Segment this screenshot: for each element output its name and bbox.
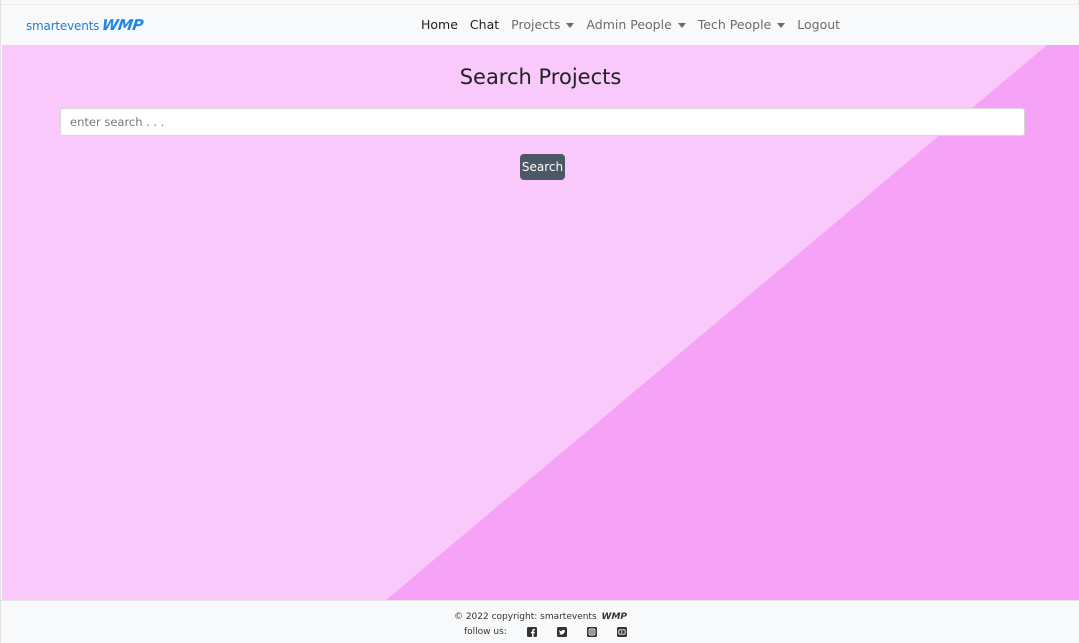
nav-home[interactable]: Home xyxy=(421,17,458,32)
caret-down-icon xyxy=(777,22,786,28)
twitter-icon[interactable] xyxy=(556,627,567,637)
instagram-icon[interactable] xyxy=(586,627,597,637)
footer-logo: WMP xyxy=(601,612,628,622)
copyright-text: © 2022 copyright: smartevents xyxy=(453,612,597,622)
nav-logout[interactable]: Logout xyxy=(797,17,840,32)
caret-down-icon xyxy=(566,22,575,28)
caret-down-icon xyxy=(677,22,686,28)
copyright: © 2022 copyright: smartevents WMP xyxy=(1,612,1079,622)
footer: © 2022 copyright: smartevents WMP follow… xyxy=(1,600,1079,643)
page-title: Search Projects xyxy=(459,65,622,89)
youtube-icon[interactable] xyxy=(616,627,627,637)
nav-admin-people-dropdown[interactable]: Admin People xyxy=(586,17,686,32)
browser-frame: smartevents WMP Home Chat Projects Admin… xyxy=(0,0,1079,643)
navbar: smartevents WMP Home Chat Projects Admin… xyxy=(1,4,1079,45)
nav-tech-people-dropdown[interactable]: Tech People xyxy=(698,17,786,32)
brand-link[interactable]: smartevents WMP xyxy=(26,16,145,34)
nav-chat[interactable]: Chat xyxy=(470,17,499,32)
social-links: follow us: xyxy=(464,627,627,637)
search-button[interactable]: Search xyxy=(520,154,565,180)
brand-logo: WMP xyxy=(100,16,145,34)
nav-projects-label: Projects xyxy=(511,17,561,32)
brand-name: smartevents xyxy=(26,19,100,33)
main-content: Search Projects Search xyxy=(2,45,1079,600)
nav-tech-people-label: Tech People xyxy=(697,17,772,32)
follow-label: follow us: xyxy=(464,627,507,637)
nav-menu: Home Chat Projects Admin People Tech Peo… xyxy=(421,17,852,32)
search-input[interactable] xyxy=(60,108,1025,136)
nav-projects-dropdown[interactable]: Projects xyxy=(511,17,575,32)
nav-admin-people-label: Admin People xyxy=(586,17,672,32)
facebook-icon[interactable] xyxy=(526,627,537,637)
